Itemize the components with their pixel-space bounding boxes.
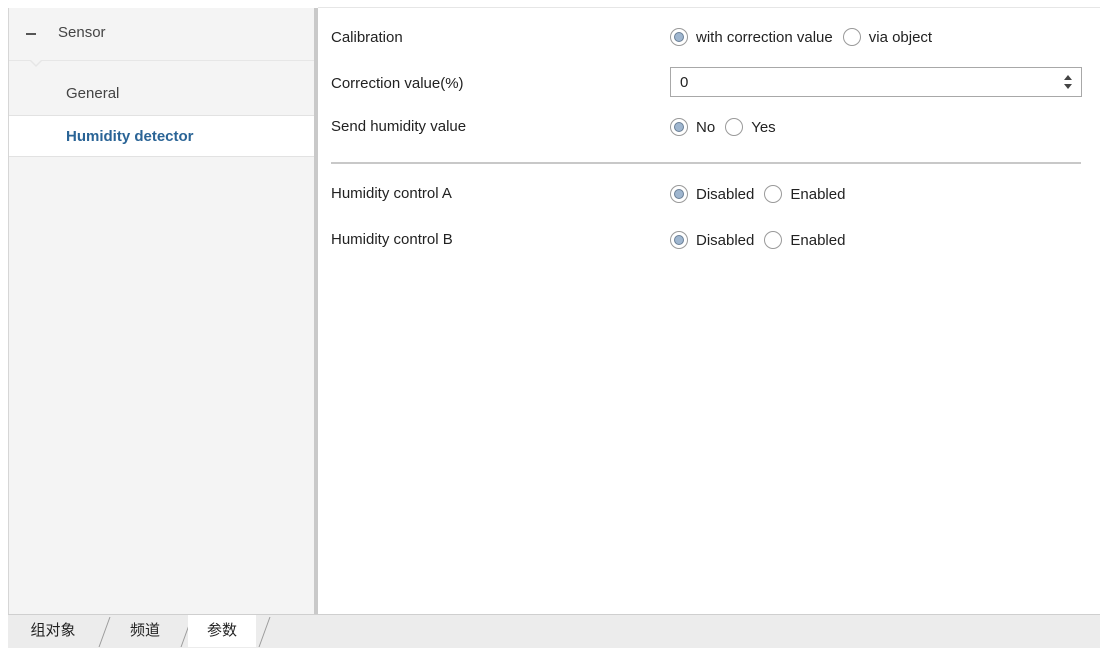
control-a-option-disabled[interactable]: Disabled <box>696 186 754 203</box>
panel-splitter[interactable] <box>314 8 318 614</box>
section-divider <box>331 162 1081 164</box>
calibration-label: Calibration <box>331 29 403 46</box>
calibration-radio-object[interactable] <box>842 28 861 46</box>
control-b-option-enabled[interactable]: Enabled <box>790 232 845 249</box>
bottom-tab-bar: 组对象 频道 参数 <box>8 614 1100 648</box>
tab-separator <box>258 617 271 647</box>
control-b-radio-enabled[interactable] <box>764 231 783 249</box>
tab-channels[interactable]: 频道 <box>120 615 170 647</box>
correction-label: Correction value(%) <box>331 75 464 92</box>
tab-parameters[interactable]: 参数 <box>188 615 256 647</box>
send-humidity-label: Send humidity value <box>331 118 467 135</box>
calibration-radio-group: with correction value via object <box>670 28 942 46</box>
control-a-label: Humidity control A <box>331 185 452 202</box>
correction-value-input[interactable]: 0 <box>670 67 1082 97</box>
parameter-tree: Sensor General Humidity detector <box>8 8 315 614</box>
send-humidity-option-yes[interactable]: Yes <box>751 119 775 136</box>
control-b-radio-group: Disabled Enabled <box>670 231 855 249</box>
collapse-icon[interactable] <box>26 33 36 35</box>
correction-value[interactable]: 0 <box>680 74 688 91</box>
spin-buttons[interactable] <box>1063 72 1073 92</box>
tree-group-label: Sensor <box>58 24 106 41</box>
send-humidity-radio-yes[interactable] <box>725 118 744 136</box>
tree-group-sensor[interactable]: Sensor <box>9 8 315 61</box>
tab-group-objects[interactable]: 组对象 <box>18 615 88 647</box>
send-humidity-option-no[interactable]: No <box>696 119 715 136</box>
top-border <box>318 7 1100 8</box>
control-b-radio-disabled[interactable] <box>670 231 688 249</box>
control-a-option-enabled[interactable]: Enabled <box>790 186 845 203</box>
tree-item-humidity-detector[interactable]: Humidity detector <box>9 115 315 157</box>
calibration-radio-correction[interactable] <box>670 28 688 46</box>
send-humidity-radio-group: No Yes <box>670 118 786 136</box>
control-a-radio-enabled[interactable] <box>764 185 783 203</box>
calibration-option-correction[interactable]: with correction value <box>696 29 833 46</box>
control-b-option-disabled[interactable]: Disabled <box>696 232 754 249</box>
spin-down-icon[interactable] <box>1064 84 1072 89</box>
send-humidity-radio-no[interactable] <box>670 118 688 136</box>
control-a-radio-disabled[interactable] <box>670 185 688 203</box>
control-a-radio-group: Disabled Enabled <box>670 185 855 203</box>
calibration-option-object[interactable]: via object <box>869 29 932 46</box>
control-b-label: Humidity control B <box>331 231 453 248</box>
spin-up-icon[interactable] <box>1064 75 1072 80</box>
tree-notch <box>29 59 43 67</box>
tree-item-general[interactable]: General <box>9 73 315 115</box>
tab-separator <box>98 617 111 647</box>
